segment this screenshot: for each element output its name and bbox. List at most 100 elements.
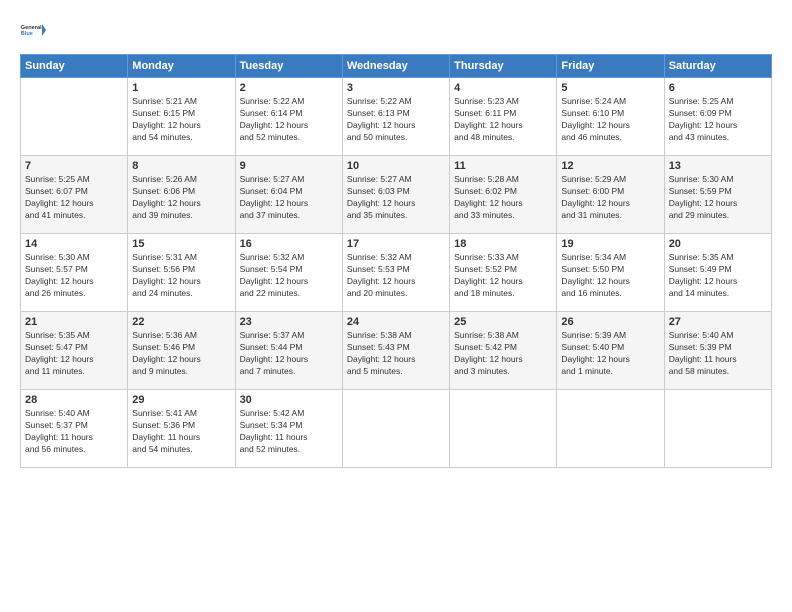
calendar-cell: 5 Sunrise: 5:24 AM Sunset: 6:10 PM Daylig…	[557, 78, 664, 156]
day-number: 23	[240, 316, 338, 328]
calendar-cell: 25Sunrise: 5:38 AM Sunset: 5:42 PM Dayli…	[450, 312, 557, 390]
calendar-cell: 6 Sunrise: 5:25 AM Sunset: 6:09 PM Daylig…	[664, 78, 771, 156]
calendar-cell: 18Sunrise: 5:33 AM Sunset: 5:52 PM Dayli…	[450, 234, 557, 312]
day-info: Sunrise: 5:22 AM Sunset: 6:14 PM Dayligh…	[240, 96, 338, 144]
weekday-header-row: SundayMondayTuesdayWednesdayThursdayFrid…	[21, 55, 772, 78]
logo-icon: GeneralBlue	[20, 16, 48, 44]
day-number: 20	[669, 238, 767, 250]
day-info: Sunrise: 5:29 AM Sunset: 6:00 PM Dayligh…	[561, 174, 659, 222]
calendar-cell: 11 Sunrise: 5:28 AM Sunset: 6:02 PM Dayli…	[450, 156, 557, 234]
weekday-header-thursday: Thursday	[450, 55, 557, 78]
day-info: Sunrise: 5:32 AM Sunset: 5:54 PM Dayligh…	[240, 252, 338, 300]
calendar-cell: 27 Sunrise: 5:40 AM Sunset: 5:39 PM Dayli…	[664, 312, 771, 390]
day-info: Sunrise: 5:25 AM Sunset: 6:07 PM Dayligh…	[25, 174, 123, 222]
week-row-4: 28 Sunrise: 5:40 AM Sunset: 5:37 PM Dayli…	[21, 390, 772, 468]
calendar-cell	[21, 78, 128, 156]
calendar-cell	[450, 390, 557, 468]
day-info: Sunrise: 5:30 AM Sunset: 5:57 PM Dayligh…	[25, 252, 123, 300]
day-info: Sunrise: 5:40 AM Sunset: 5:39 PM Dayligh…	[669, 330, 767, 378]
day-info: Sunrise: 5:26 AM Sunset: 6:06 PM Dayligh…	[132, 174, 230, 222]
day-info: Sunrise: 5:38 AM Sunset: 5:43 PM Dayligh…	[347, 330, 445, 378]
calendar-cell: 13 Sunrise: 5:30 AM Sunset: 5:59 PM Dayli…	[664, 156, 771, 234]
day-number: 8	[132, 160, 230, 172]
day-info: Sunrise: 5:37 AM Sunset: 5:44 PM Dayligh…	[240, 330, 338, 378]
day-info: Sunrise: 5:24 AM Sunset: 6:10 PM Dayligh…	[561, 96, 659, 144]
day-info: Sunrise: 5:25 AM Sunset: 6:09 PM Dayligh…	[669, 96, 767, 144]
weekday-header-tuesday: Tuesday	[235, 55, 342, 78]
day-info: Sunrise: 5:30 AM Sunset: 5:59 PM Dayligh…	[669, 174, 767, 222]
calendar-cell	[342, 390, 449, 468]
day-info: Sunrise: 5:31 AM Sunset: 5:56 PM Dayligh…	[132, 252, 230, 300]
day-info: Sunrise: 5:27 AM Sunset: 6:03 PM Dayligh…	[347, 174, 445, 222]
day-info: Sunrise: 5:21 AM Sunset: 6:15 PM Dayligh…	[132, 96, 230, 144]
week-row-3: 21Sunrise: 5:35 AM Sunset: 5:47 PM Dayli…	[21, 312, 772, 390]
calendar-cell: 10 Sunrise: 5:27 AM Sunset: 6:03 PM Dayli…	[342, 156, 449, 234]
weekday-header-sunday: Sunday	[21, 55, 128, 78]
day-number: 28	[25, 394, 123, 406]
calendar-cell: 17 Sunrise: 5:32 AM Sunset: 5:53 PM Dayli…	[342, 234, 449, 312]
day-number: 25	[454, 316, 552, 328]
day-number: 10	[347, 160, 445, 172]
day-info: Sunrise: 5:32 AM Sunset: 5:53 PM Dayligh…	[347, 252, 445, 300]
day-number: 26	[561, 316, 659, 328]
day-number: 7	[25, 160, 123, 172]
calendar-cell: 29Sunrise: 5:41 AM Sunset: 5:36 PM Dayli…	[128, 390, 235, 468]
day-number: 11	[454, 160, 552, 172]
day-number: 17	[347, 238, 445, 250]
weekday-header-saturday: Saturday	[664, 55, 771, 78]
calendar-cell: 22Sunrise: 5:36 AM Sunset: 5:46 PM Dayli…	[128, 312, 235, 390]
calendar-cell	[557, 390, 664, 468]
day-info: Sunrise: 5:40 AM Sunset: 5:37 PM Dayligh…	[25, 408, 123, 456]
day-info: Sunrise: 5:34 AM Sunset: 5:50 PM Dayligh…	[561, 252, 659, 300]
calendar-cell: 19 Sunrise: 5:34 AM Sunset: 5:50 PM Dayli…	[557, 234, 664, 312]
day-number: 16	[240, 238, 338, 250]
weekday-header-friday: Friday	[557, 55, 664, 78]
header: GeneralBlue	[20, 16, 772, 44]
calendar-cell: 26 Sunrise: 5:39 AM Sunset: 5:40 PM Dayli…	[557, 312, 664, 390]
day-number: 2	[240, 82, 338, 94]
svg-text:Blue: Blue	[21, 31, 33, 37]
svg-text:General: General	[21, 25, 42, 31]
calendar-cell: 2 Sunrise: 5:22 AM Sunset: 6:14 PM Daylig…	[235, 78, 342, 156]
calendar-cell: 21Sunrise: 5:35 AM Sunset: 5:47 PM Dayli…	[21, 312, 128, 390]
calendar-cell: 28 Sunrise: 5:40 AM Sunset: 5:37 PM Dayli…	[21, 390, 128, 468]
day-info: Sunrise: 5:23 AM Sunset: 6:11 PM Dayligh…	[454, 96, 552, 144]
day-number: 6	[669, 82, 767, 94]
weekday-header-wednesday: Wednesday	[342, 55, 449, 78]
day-info: Sunrise: 5:35 AM Sunset: 5:49 PM Dayligh…	[669, 252, 767, 300]
calendar-cell: 15 Sunrise: 5:31 AM Sunset: 5:56 PM Dayli…	[128, 234, 235, 312]
day-number: 27	[669, 316, 767, 328]
calendar-cell: 12 Sunrise: 5:29 AM Sunset: 6:00 PM Dayli…	[557, 156, 664, 234]
calendar-cell: 14 Sunrise: 5:30 AM Sunset: 5:57 PM Dayli…	[21, 234, 128, 312]
day-number: 15	[132, 238, 230, 250]
day-number: 4	[454, 82, 552, 94]
day-info: Sunrise: 5:39 AM Sunset: 5:40 PM Dayligh…	[561, 330, 659, 378]
day-number: 13	[669, 160, 767, 172]
day-number: 9	[240, 160, 338, 172]
day-number: 21	[25, 316, 123, 328]
day-number: 18	[454, 238, 552, 250]
day-number: 29	[132, 394, 230, 406]
calendar-cell: 23 Sunrise: 5:37 AM Sunset: 5:44 PM Dayli…	[235, 312, 342, 390]
page: GeneralBlue SundayMondayTuesdayWednesday…	[0, 0, 792, 612]
day-number: 3	[347, 82, 445, 94]
calendar-cell: 30Sunrise: 5:42 AM Sunset: 5:34 PM Dayli…	[235, 390, 342, 468]
week-row-0: 1 Sunrise: 5:21 AM Sunset: 6:15 PM Daylig…	[21, 78, 772, 156]
calendar-cell: 8 Sunrise: 5:26 AM Sunset: 6:06 PM Daylig…	[128, 156, 235, 234]
day-info: Sunrise: 5:22 AM Sunset: 6:13 PM Dayligh…	[347, 96, 445, 144]
day-number: 12	[561, 160, 659, 172]
day-number: 5	[561, 82, 659, 94]
calendar-cell: 4 Sunrise: 5:23 AM Sunset: 6:11 PM Daylig…	[450, 78, 557, 156]
day-number: 19	[561, 238, 659, 250]
calendar-cell: 24 Sunrise: 5:38 AM Sunset: 5:43 PM Dayli…	[342, 312, 449, 390]
calendar: SundayMondayTuesdayWednesdayThursdayFrid…	[20, 54, 772, 468]
day-number: 24	[347, 316, 445, 328]
day-number: 1	[132, 82, 230, 94]
day-number: 14	[25, 238, 123, 250]
week-row-1: 7 Sunrise: 5:25 AM Sunset: 6:07 PM Daylig…	[21, 156, 772, 234]
calendar-cell	[664, 390, 771, 468]
day-info: Sunrise: 5:28 AM Sunset: 6:02 PM Dayligh…	[454, 174, 552, 222]
logo: GeneralBlue	[20, 16, 48, 44]
week-row-2: 14 Sunrise: 5:30 AM Sunset: 5:57 PM Dayli…	[21, 234, 772, 312]
calendar-cell: 20 Sunrise: 5:35 AM Sunset: 5:49 PM Dayli…	[664, 234, 771, 312]
